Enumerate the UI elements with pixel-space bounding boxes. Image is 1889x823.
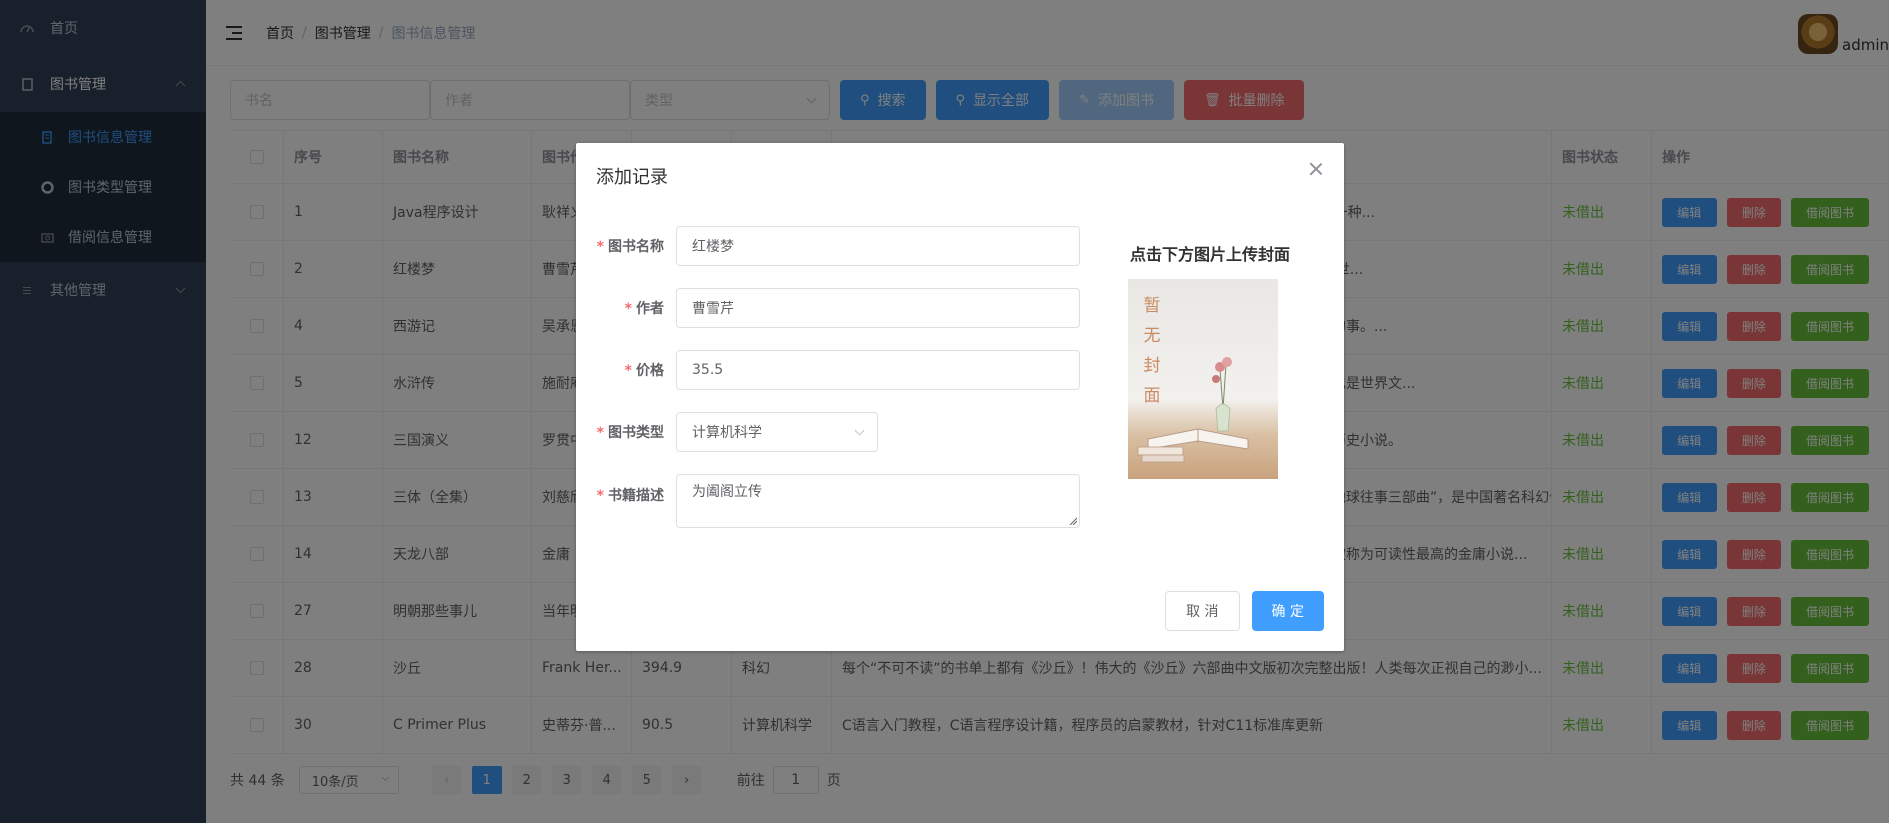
field-value: 为阖阁立传 — [692, 484, 762, 500]
label-text: 图书类型 — [608, 425, 664, 441]
upload-title: 点击下方图片上传封面 — [1129, 245, 1290, 264]
chevron-down-icon — [854, 425, 865, 436]
label-text: 图书名称 — [608, 239, 664, 255]
field-value: 红楼梦 — [692, 239, 734, 255]
book-illustration — [1137, 357, 1249, 463]
description-textarea[interactable]: 为阖阁立传 — [676, 474, 1080, 528]
form-label: * 作者 — [624, 301, 664, 317]
dialog-footer: 取 消 确 定 — [1153, 591, 1324, 631]
book-type-select[interactable]: 计算机科学 — [676, 412, 878, 452]
form-row-type: * 图书类型 计算机科学 — [576, 412, 878, 452]
form-label: * 图书名称 — [596, 239, 664, 255]
form-label: * 书籍描述 — [596, 488, 664, 504]
label-text: 书籍描述 — [608, 488, 664, 504]
confirm-button[interactable]: 确 定 — [1251, 591, 1324, 631]
price-field[interactable]: 35.5 — [676, 350, 1080, 390]
field-value: 35.5 — [692, 362, 724, 378]
form-label: * 价格 — [624, 363, 664, 379]
label-text: 价格 — [636, 363, 664, 379]
form-row-price: * 价格 35.5 — [576, 350, 1080, 390]
author-field[interactable]: 曹雪芹 — [676, 288, 1080, 328]
form-row-author: * 作者 曹雪芹 — [576, 288, 1080, 328]
field-value: 计算机科学 — [692, 425, 762, 441]
book-name-field[interactable]: 红楼梦 — [676, 226, 1080, 266]
cover-upload[interactable]: 暂 无 封 面 — [1128, 279, 1278, 479]
resize-handle-icon[interactable] — [1069, 517, 1077, 525]
field-value: 曹雪芹 — [692, 301, 734, 317]
form-label: * 图书类型 — [596, 425, 664, 441]
add-record-dialog: 添加记录 * 图书名称 红楼梦 * 作者 曹雪芹 * 价格 35.5 * 图书类型 计算… — [576, 143, 1344, 651]
form-row-name: * 图书名称 红楼梦 — [576, 226, 1080, 266]
cancel-button[interactable]: 取 消 — [1165, 591, 1240, 631]
close-icon[interactable] — [1308, 161, 1324, 177]
form-row-desc: * 书籍描述 为阖阁立传 — [576, 474, 1080, 528]
label-text: 作者 — [636, 301, 664, 317]
dialog-title: 添加记录 — [596, 167, 668, 188]
